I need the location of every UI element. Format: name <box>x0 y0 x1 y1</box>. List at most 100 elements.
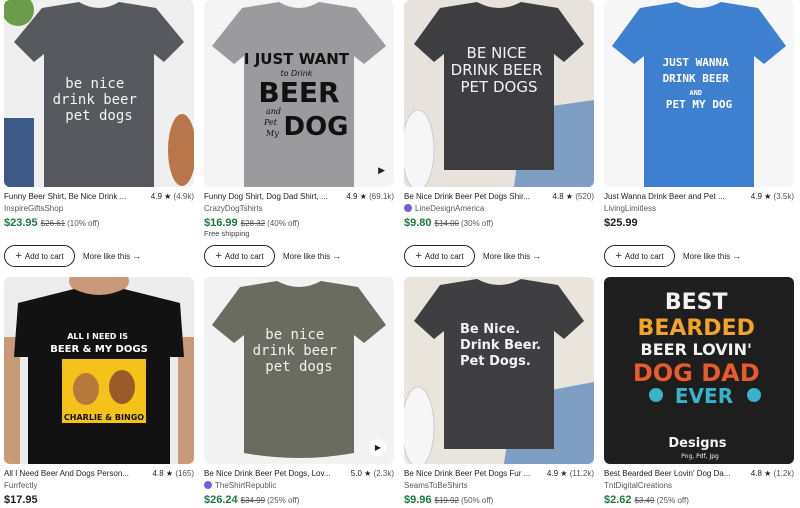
product-image[interactable]: Be Nice. Drink Beer. Pet Dogs. <box>404 277 594 464</box>
star-icon: ★ <box>764 469 772 478</box>
product-title[interactable]: Be Nice Drink Beer Pet Dogs Fur ... <box>404 467 546 481</box>
design-line: DOG DAD <box>633 359 760 387</box>
star-icon: ★ <box>359 192 367 201</box>
design-line: BEST <box>665 290 728 315</box>
design-line: Designs <box>668 436 726 451</box>
shirt-line: Pet <box>263 118 278 127</box>
sale-price: $9.96 <box>404 494 432 506</box>
shirt-line: Drink Beer. <box>460 338 541 353</box>
product-image[interactable]: JUST WANNA DRINK BEER AND PET MY DOG <box>604 0 794 187</box>
original-price: $3.49 <box>634 496 655 505</box>
shirt-line: My <box>265 129 279 138</box>
svg-text:be nice drink beer: be nice drink beer pet dogs <box>53 76 146 124</box>
shirt-line: be nice <box>265 327 324 343</box>
free-shipping-label: Free shipping <box>204 229 250 238</box>
arrow-right-icon: → <box>732 251 742 261</box>
product-image[interactable]: be nice drink beer pet dogs <box>4 0 194 187</box>
star-icon: ★ <box>165 469 174 478</box>
product-image[interactable]: be nice drink beer pet dogs ▶ <box>204 277 394 464</box>
shirt-line: drink beer <box>53 92 137 108</box>
svg-text:I JUST WANT to Drink: I JUST WANT to Drink BEER <box>244 49 354 109</box>
more-like-this-link[interactable]: More like this → <box>683 245 741 267</box>
product-title[interactable]: Just Wanna Drink Beer and Pet ... <box>604 190 746 204</box>
arrow-right-icon: → <box>532 251 542 261</box>
product-title[interactable]: Funny Beer Shirt, Be Nice Drink ... <box>4 190 146 204</box>
price-row: $25.99 <box>604 214 638 230</box>
more-like-this-link[interactable]: More like this → <box>483 245 541 267</box>
discount: (50% off) <box>461 496 494 505</box>
more-like-this-link[interactable]: More like this → <box>283 245 341 267</box>
tshirt-image: I JUST WANT to Drink BEER and Pet My DOG <box>204 0 394 187</box>
price-row: $26.24 $34.99 (25% off) <box>204 491 299 507</box>
price: $17.95 <box>4 494 38 506</box>
add-to-cart-button[interactable]: + Add to cart <box>4 245 75 267</box>
original-price: $19.92 <box>434 496 459 505</box>
price: $25.99 <box>604 217 638 229</box>
product-rating: 4.9 ★ (11.2k) <box>546 469 594 478</box>
add-to-cart-button[interactable]: + Add to cart <box>204 245 275 267</box>
product-grid: be nice drink beer pet dogs Funny Beer S… <box>0 0 800 508</box>
design-line: BEARDED <box>638 316 755 341</box>
plus-icon: + <box>415 249 422 262</box>
shirt-line: Pet Dogs. <box>460 354 531 369</box>
discount: (25% off) <box>656 496 689 505</box>
shirt-line: BEER <box>258 76 339 109</box>
product-image[interactable]: BEST BEARDED BEER LOVIN' DOG DAD EVER De… <box>604 277 794 464</box>
design-line: EVER <box>675 384 733 408</box>
product-title[interactable]: All I Need Beer And Dogs Person... <box>4 467 146 481</box>
product-title[interactable]: Funny Dog Shirt, Dog Dad Shirt, ... <box>204 190 346 204</box>
original-price: $14.00 <box>434 219 459 228</box>
product-rating: 5.0 ★ (2.3k) <box>350 469 394 478</box>
add-to-cart-button[interactable]: + Add to cart <box>604 245 675 267</box>
discount: (10% off) <box>67 219 100 228</box>
price-row: $2.62 $3.49 (25% off) <box>604 491 689 507</box>
star-seller-badge-icon <box>404 204 412 212</box>
plus-icon: + <box>15 249 22 262</box>
product-rating: 4.8 ★ (165) <box>152 469 194 478</box>
product-title[interactable]: Best Bearded Beer Lovin' Dog Da... <box>604 467 746 481</box>
sale-price: $9.80 <box>404 217 432 229</box>
product-rating: 4.9 ★ (3.5k) <box>750 192 794 201</box>
shirt-line: PET MY DOG <box>666 98 733 111</box>
product-image[interactable]: BE NICE DRINK BEER PET DOGS <box>404 0 594 187</box>
product-title[interactable]: Be Nice Drink Beer Pet Dogs, Lov... <box>204 467 346 481</box>
arrow-right-icon: → <box>132 251 142 261</box>
product-image[interactable]: ALL I NEED IS BEER & MY DOGS CHARLIE & B… <box>4 277 194 464</box>
tshirt-image: be nice drink beer pet dogs <box>4 0 194 187</box>
add-to-cart-button[interactable]: + Add to cart <box>404 245 475 267</box>
original-price: $26.61 <box>40 219 66 228</box>
shirt-line: I JUST WANT <box>244 50 350 68</box>
shirt-line: pet dogs <box>65 108 132 124</box>
tshirt-image: BE NICE DRINK BEER PET DOGS <box>404 0 594 187</box>
plus-icon: + <box>215 249 222 262</box>
star-icon: ★ <box>565 192 574 201</box>
tshirt-image: Be Nice. Drink Beer. Pet Dogs. <box>404 277 594 464</box>
sale-price: $23.95 <box>4 217 38 229</box>
sale-price: $2.62 <box>604 494 632 506</box>
product-rating: 4.9 ★ (69.1k) <box>346 192 394 201</box>
star-icon: ★ <box>164 192 172 201</box>
shirt-line: PET DOGS <box>461 78 538 96</box>
shirt-line: AND <box>689 89 702 97</box>
shirt-line: be nice <box>65 76 124 92</box>
shirt-line: CHARLIE & BINGO <box>64 413 144 422</box>
star-icon: ★ <box>364 469 372 478</box>
design-line: Png, Pdf, Jpg <box>681 453 719 460</box>
video-play-icon[interactable]: ▶ <box>369 439 386 456</box>
more-like-this-link[interactable]: More like this → <box>83 245 141 267</box>
product-rating: 4.8 ★ (1.2k) <box>750 469 794 478</box>
discount: (30% off) <box>461 219 494 228</box>
product-image[interactable]: I JUST WANT to Drink BEER and Pet My DOG… <box>204 0 394 187</box>
star-seller-badge-icon <box>204 481 212 489</box>
star-icon: ★ <box>560 469 568 478</box>
shirt-line: JUST WANNA <box>663 56 730 69</box>
shirt-line: pet dogs <box>265 359 332 375</box>
video-play-icon[interactable]: ▶ <box>378 165 385 176</box>
discount: (40% off) <box>267 219 300 228</box>
product-title[interactable]: Be Nice Drink Beer Pet Dogs Shir... <box>404 190 546 204</box>
price-row: $9.80 $14.00 (30% off) <box>404 214 493 230</box>
design-image: BEST BEARDED BEER LOVIN' DOG DAD EVER De… <box>604 277 794 464</box>
arrow-right-icon: → <box>332 251 342 261</box>
product-rating: 4.8 ★ (520) <box>552 192 594 201</box>
design-line: BEER LOVIN' <box>641 340 752 359</box>
